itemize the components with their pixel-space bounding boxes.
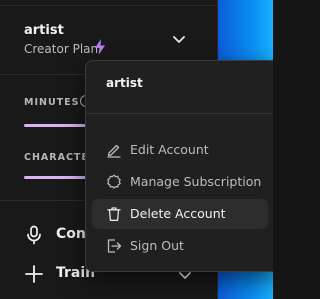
microphone-icon	[27, 225, 41, 245]
chevron-down-icon[interactable]	[178, 271, 192, 281]
menu-user-name: artist	[106, 76, 143, 90]
menu-item-label: Edit Account	[130, 142, 209, 157]
account-switcher[interactable]: artist Creator Plan	[24, 23, 194, 63]
divider	[0, 5, 218, 6]
pencil-icon	[107, 144, 121, 158]
characters-label: CHARACTE	[24, 152, 89, 163]
sign-out-icon	[107, 239, 122, 253]
menu-item-label: Delete Account	[130, 206, 226, 221]
sign-out-menu-item[interactable]: Sign Out	[92, 231, 268, 261]
lightning-icon	[95, 39, 105, 55]
app-window: artist Creator Plan MINUTES CHARACTE Con…	[0, 0, 273, 299]
menu-item-label: Sign Out	[130, 238, 184, 253]
gear-icon	[107, 174, 121, 189]
menu-item-label: Manage Subscription	[130, 174, 262, 189]
nav-item-label: Con	[56, 226, 86, 242]
minutes-label: MINUTES	[24, 97, 80, 108]
trash-icon	[107, 207, 121, 221]
plan-label: Creator Plan	[24, 42, 99, 56]
user-name: artist	[24, 23, 64, 38]
plus-icon	[25, 265, 43, 283]
edit-account-menu-item[interactable]: Edit Account	[92, 135, 268, 165]
manage-subscription-menu-item[interactable]: Manage Subscription	[92, 167, 268, 197]
delete-account-menu-item[interactable]: Delete Account	[92, 199, 268, 229]
account-dropdown-menu: artist Edit Account Manage Subscription …	[85, 60, 273, 272]
chevron-down-icon[interactable]	[172, 35, 186, 45]
divider	[86, 113, 273, 114]
